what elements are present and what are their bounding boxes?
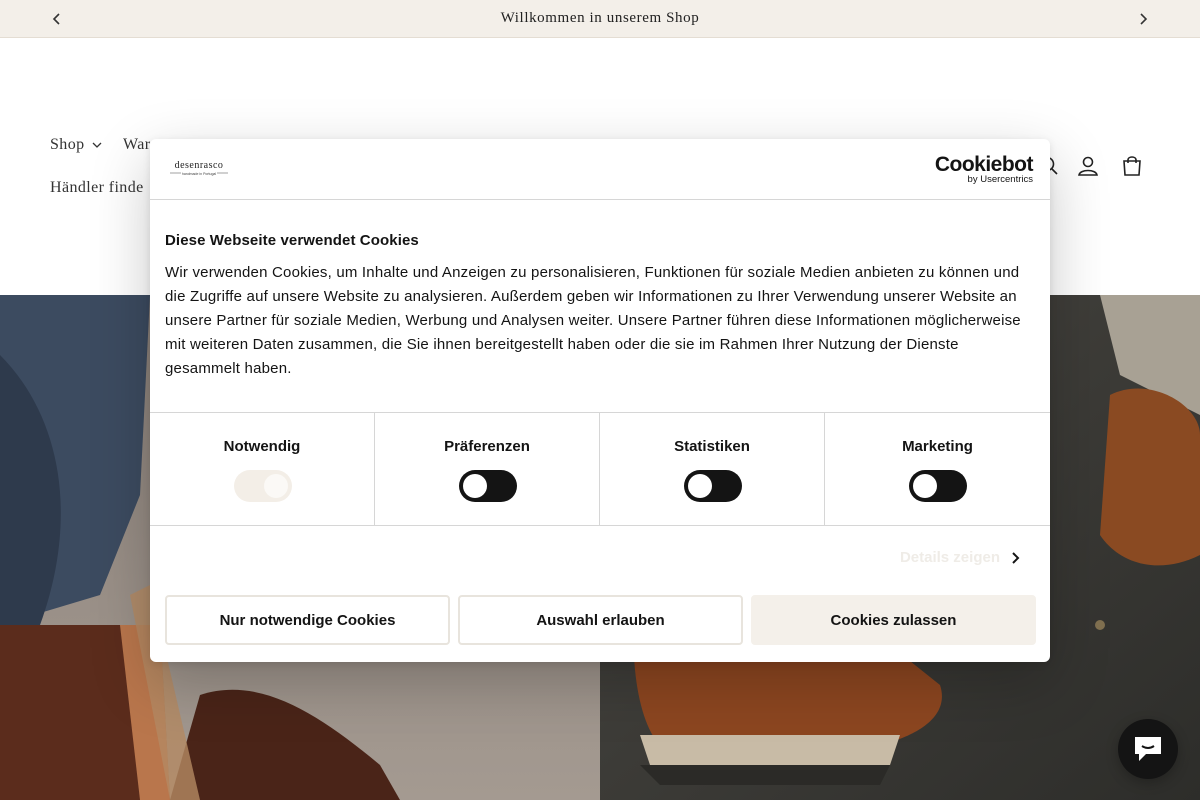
category-label: Marketing [902, 438, 973, 455]
cookie-dialog-description: Wir verwenden Cookies, um Inhalte und An… [165, 264, 1021, 377]
category-notwendig: Notwendig [150, 413, 375, 525]
chevron-left-icon[interactable] [48, 10, 66, 28]
nav-item-haendler[interactable]: Händler finde [50, 179, 144, 197]
chevron-right-icon[interactable] [1134, 10, 1152, 28]
chevron-right-icon [1012, 551, 1020, 564]
cookie-consent-dialog: desenrasco handmade in Portugal Cookiebo… [150, 139, 1050, 662]
toggle-marketing[interactable] [909, 470, 967, 502]
nav-item-shop[interactable]: Shop [50, 136, 103, 154]
brand-logo: desenrasco handmade in Portugal [170, 160, 228, 176]
details-link[interactable]: Details zeigen [900, 549, 1022, 566]
svg-text:handmade in Portugal: handmade in Portugal [182, 172, 216, 176]
category-label: Notwendig [223, 438, 301, 455]
chat-icon [1135, 737, 1161, 761]
cookie-dialog-title: Diese Webseite verwendet Cookies [165, 232, 419, 249]
nav-haendler-label: Händler finde [50, 179, 144, 196]
nav-war-label: War [123, 136, 151, 153]
announcement-bar: Willkommen in unserem Shop [0, 0, 1200, 38]
allow-all-button[interactable]: Cookies zulassen [751, 595, 1036, 645]
toggle-notwendig [234, 470, 292, 502]
category-statistiken: Statistiken [600, 413, 825, 525]
category-marketing: Marketing [825, 413, 1050, 525]
chat-button[interactable] [1118, 719, 1178, 779]
nav-item-war[interactable]: War [123, 136, 150, 154]
cookie-categories: Notwendig Präferenzen Statistiken Market… [150, 412, 1050, 526]
allow-selection-button[interactable]: Auswahl erlauben [458, 595, 743, 645]
toggle-statistiken[interactable] [684, 470, 742, 502]
category-label: Statistiken [674, 438, 750, 455]
chevron-down-icon [92, 142, 101, 148]
svg-text:desenrasco: desenrasco [175, 160, 224, 171]
necessary-only-button[interactable]: Nur notwendige Cookies [165, 595, 450, 645]
svg-text:Cookiebot: Cookiebot [935, 153, 1034, 176]
details-link-label: Details zeigen [899, 549, 1000, 566]
account-icon[interactable] [1075, 153, 1101, 179]
nav-shop-label: Shop [50, 136, 85, 153]
category-label: Präferenzen [444, 438, 530, 455]
toggle-praeferenzen[interactable] [459, 470, 517, 502]
cookie-dialog-header: desenrasco handmade in Portugal Cookiebo… [150, 139, 1050, 200]
category-praeferenzen: Präferenzen [375, 413, 600, 525]
cookiebot-logo: Cookiebot by Usercentrics [935, 153, 1034, 185]
svg-text:by Usercentrics: by Usercentrics [968, 174, 1034, 185]
cart-icon[interactable] [1119, 153, 1145, 179]
announcement-text: Willkommen in unserem Shop [500, 10, 700, 26]
